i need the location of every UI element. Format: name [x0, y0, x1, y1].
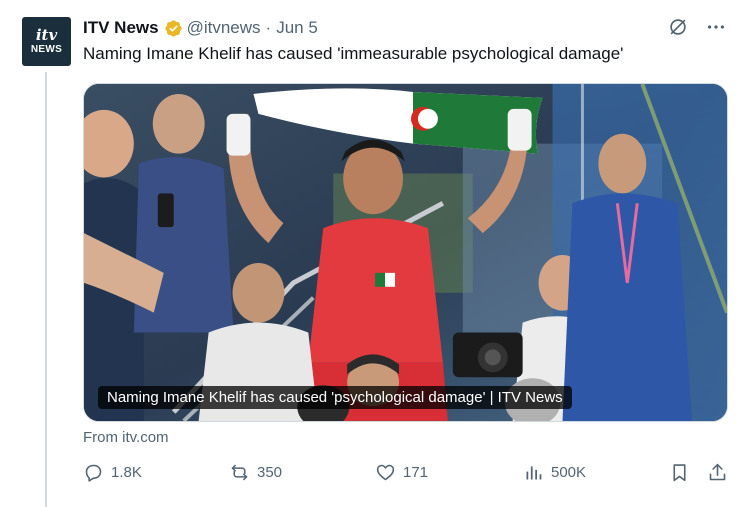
like-count: 171	[403, 464, 429, 481]
views-icon	[526, 466, 542, 480]
reply-icon	[85, 464, 102, 482]
link-card[interactable]: Naming Imane Khelif has caused 'psycholo…	[83, 83, 728, 422]
source-link[interactable]: From itv.com	[83, 429, 169, 446]
display-name[interactable]: ITV News	[83, 18, 159, 38]
top-right-controls	[667, 16, 727, 38]
repost-button[interactable]: 350	[229, 462, 282, 483]
reply-count: 1.8K	[111, 464, 142, 481]
avatar[interactable]: itv NEWS	[22, 17, 71, 66]
tweet-text: Naming Imane Khelif has caused 'immeasur…	[83, 44, 624, 63]
separator: ·	[265, 18, 272, 37]
bookmark-icon	[673, 464, 686, 482]
repost-count: 350	[257, 464, 283, 481]
verified-icon[interactable]	[164, 19, 183, 38]
like-button[interactable]: 171	[375, 462, 428, 483]
card-image	[84, 84, 727, 421]
avatar-logo-news: NEWS	[30, 44, 63, 55]
avatar-logo-itv: itv	[35, 26, 58, 44]
views-button[interactable]: 500K	[523, 462, 586, 483]
like-icon	[376, 464, 395, 481]
thread-line	[45, 72, 47, 507]
repost-icon	[231, 464, 248, 481]
bookmark-button[interactable]	[669, 462, 690, 483]
more-icon[interactable]	[705, 16, 727, 38]
grok-icon[interactable]	[667, 16, 689, 38]
views-count: 500K	[551, 464, 587, 481]
tweet-header: ITV News @itvnews · Jun 5	[83, 16, 318, 40]
handle[interactable]: @itvnews	[187, 18, 261, 38]
card-caption: Naming Imane Khelif has caused 'psycholo…	[98, 386, 572, 409]
action-bar: 1.8K 350 171 500K	[83, 462, 731, 490]
share-button[interactable]	[707, 462, 728, 483]
post-date[interactable]: Jun 5	[276, 18, 318, 38]
reply-button[interactable]: 1.8K	[83, 462, 142, 483]
share-icon	[709, 463, 726, 481]
